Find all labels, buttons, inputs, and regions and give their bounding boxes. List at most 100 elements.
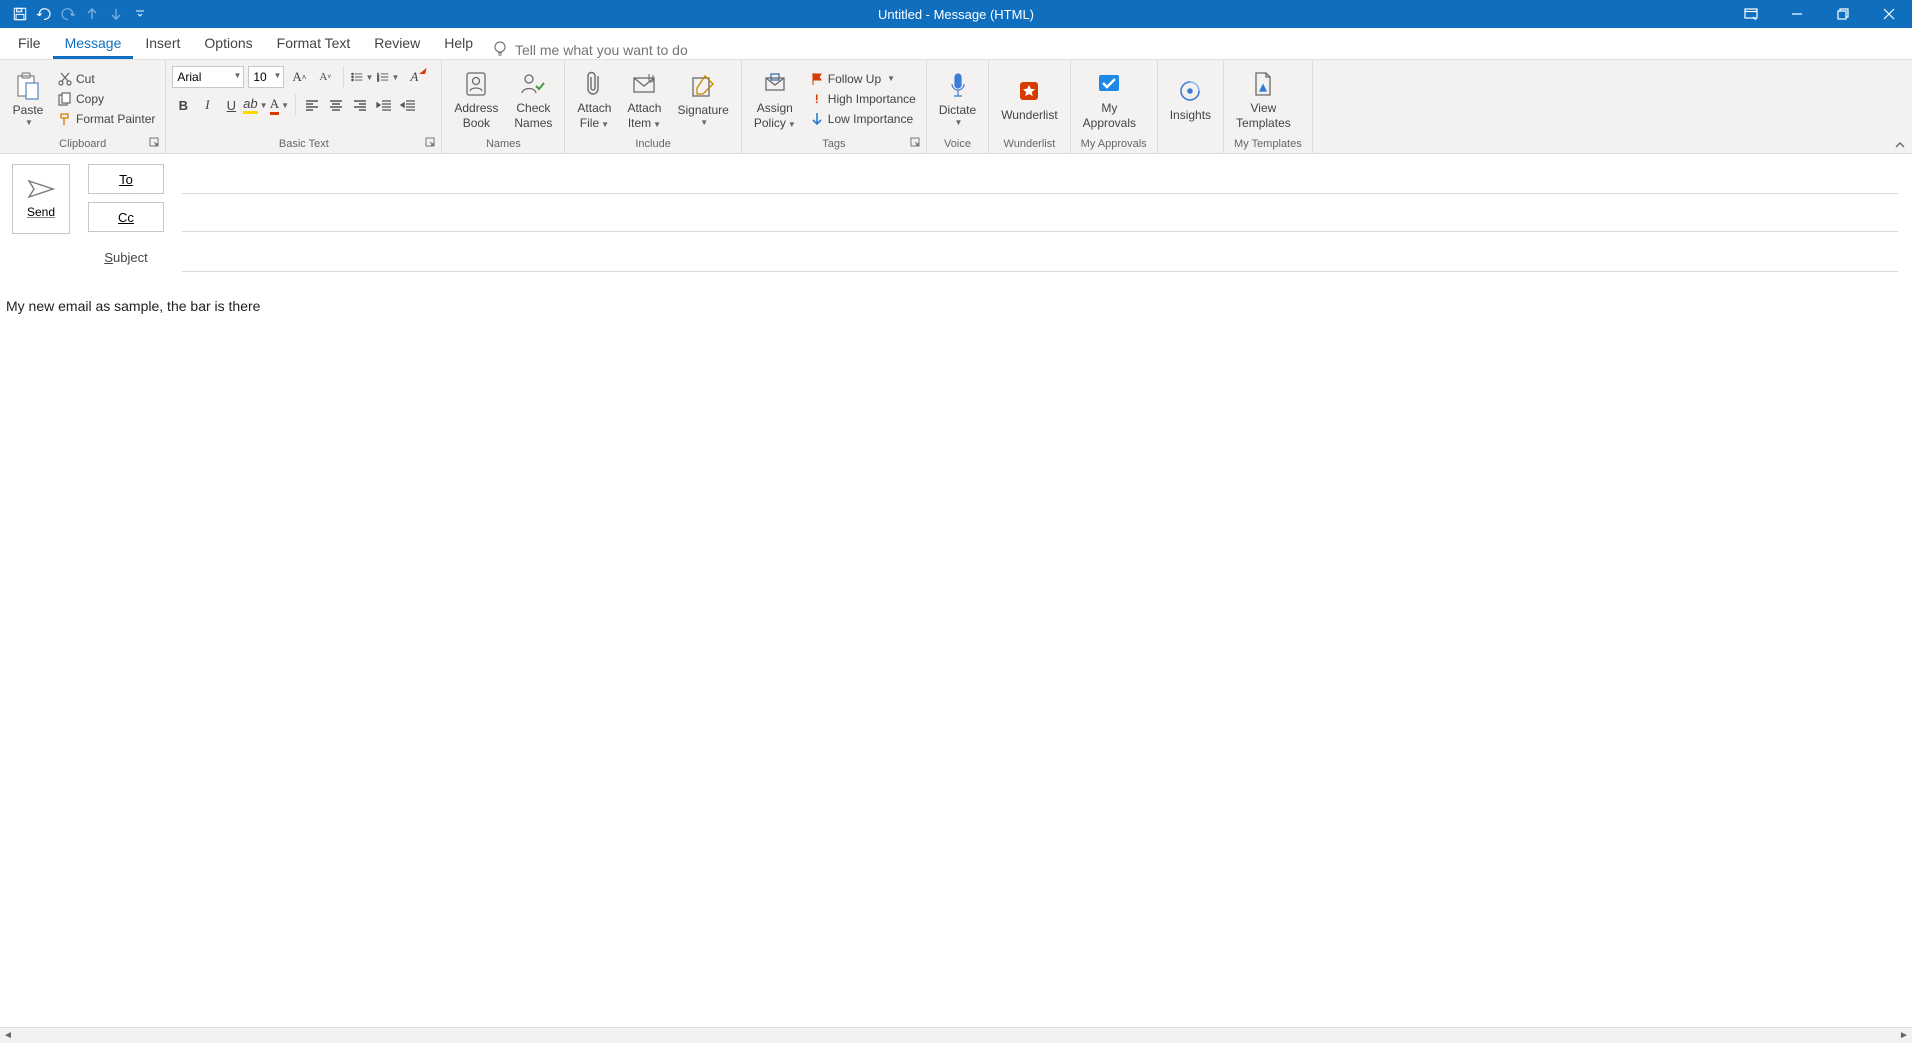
font-size-select[interactable]: 10 ▼ <box>248 66 284 88</box>
group-names-label: Names <box>486 138 521 150</box>
tell-me-input[interactable] <box>515 42 735 58</box>
save-icon[interactable] <box>10 4 30 24</box>
subject-label: Subject <box>88 250 164 265</box>
dictate-button[interactable]: Dictate ▼ <box>933 67 982 130</box>
tags-dialog-launcher-icon[interactable] <box>910 137 922 149</box>
send-button[interactable]: Send <box>12 164 70 234</box>
tab-file[interactable]: File <box>6 29 53 59</box>
assign-policy-icon <box>763 67 787 101</box>
group-basic-text: Arial ▼ 10 ▼ A˄ A˅ ▼ 123▼ A◢ B I U ab▼ A <box>166 60 442 153</box>
body-text: My new email as sample, the bar is there <box>6 298 260 314</box>
previous-item-icon <box>82 4 102 24</box>
paste-icon <box>15 69 41 103</box>
signature-button[interactable]: Signature ▼ <box>671 67 734 130</box>
low-importance-button[interactable]: Low Importance <box>806 110 920 128</box>
low-importance-icon <box>810 112 824 126</box>
copy-button[interactable]: Copy <box>54 90 159 108</box>
group-basic-text-label: Basic Text <box>279 138 329 150</box>
font-name-value: Arial <box>177 70 201 84</box>
follow-up-button[interactable]: Follow Up▼ <box>806 70 920 88</box>
minimize-button[interactable] <box>1774 0 1820 28</box>
scroll-left-icon[interactable]: ◄ <box>0 1030 16 1041</box>
microphone-icon <box>948 69 968 103</box>
tab-insert[interactable]: Insert <box>133 29 192 59</box>
collapse-ribbon-icon[interactable] <box>1894 140 1906 150</box>
group-my-templates: View Templates My Templates <box>1224 60 1313 153</box>
highlight-color-button[interactable]: ab▼ <box>244 94 266 116</box>
ribbon-display-options-icon[interactable] <box>1728 0 1774 28</box>
attach-item-button[interactable]: Attach Item▼ <box>621 65 667 133</box>
horizontal-scrollbar[interactable]: ◄ ► <box>0 1027 1912 1043</box>
cc-field[interactable] <box>182 202 1898 232</box>
increase-indent-button[interactable] <box>397 94 419 116</box>
scroll-right-icon[interactable]: ► <box>1896 1030 1912 1041</box>
group-voice: Dictate ▼ Voice <box>927 60 989 153</box>
assign-policy-button[interactable]: Assign Policy▼ <box>748 65 802 133</box>
tab-review[interactable]: Review <box>362 29 432 59</box>
subject-field[interactable] <box>182 242 1898 272</box>
send-icon <box>27 179 55 199</box>
to-field[interactable] <box>182 164 1898 194</box>
grow-font-button[interactable]: A˄ <box>288 66 310 88</box>
cut-icon <box>58 72 72 86</box>
close-button[interactable] <box>1866 0 1912 28</box>
tab-message[interactable]: Message <box>53 29 134 59</box>
cc-button[interactable]: Cc <box>88 202 164 232</box>
basic-text-dialog-launcher-icon[interactable] <box>425 137 437 149</box>
wunderlist-button[interactable]: Wunderlist <box>995 72 1063 125</box>
bullets-button[interactable]: ▼ <box>351 66 373 88</box>
font-size-value: 10 <box>253 70 266 84</box>
attach-file-button[interactable]: Attach File▼ <box>571 65 617 133</box>
wunderlist-icon <box>1018 74 1040 108</box>
tab-options[interactable]: Options <box>192 29 264 59</box>
decrease-indent-button[interactable] <box>373 94 395 116</box>
check-names-button[interactable]: Check Names <box>508 65 558 133</box>
view-templates-button[interactable]: View Templates <box>1230 65 1297 133</box>
chevron-down-icon: ▼ <box>233 71 241 80</box>
group-tags-label: Tags <box>822 138 845 150</box>
align-center-button[interactable] <box>325 94 347 116</box>
font-color-button[interactable]: A▼ <box>268 94 290 116</box>
bold-button[interactable]: B <box>172 94 194 116</box>
group-wunderlist-label: Wunderlist <box>1004 138 1056 150</box>
tab-help[interactable]: Help <box>432 29 485 59</box>
tab-format-text[interactable]: Format Text <box>265 29 363 59</box>
address-book-button[interactable]: Address Book <box>448 65 504 133</box>
group-clipboard-label: Clipboard <box>59 138 106 150</box>
numbering-button[interactable]: 123▼ <box>377 66 399 88</box>
paste-button[interactable]: Paste ▼ <box>6 67 50 130</box>
ribbon: Paste ▼ Cut Copy Format Painter Clipbo <box>0 60 1912 154</box>
message-body[interactable]: My new email as sample, the bar is there <box>0 272 1912 340</box>
italic-button[interactable]: I <box>196 94 218 116</box>
font-name-select[interactable]: Arial ▼ <box>172 66 244 88</box>
redo-icon <box>58 4 78 24</box>
chevron-down-icon: ▼ <box>25 118 33 128</box>
tell-me-search[interactable] <box>493 41 735 59</box>
clear-formatting-button[interactable]: A◢ <box>403 66 425 88</box>
copy-label: Copy <box>76 92 104 106</box>
customize-qat-icon[interactable] <box>130 4 150 24</box>
insights-button[interactable]: Insights <box>1164 72 1217 125</box>
window-controls <box>1728 0 1912 28</box>
copy-icon <box>58 92 72 106</box>
my-approvals-button[interactable]: My Approvals <box>1077 65 1142 133</box>
group-tags: Assign Policy▼ Follow Up▼ ! High Importa… <box>742 60 927 153</box>
underline-button[interactable]: U <box>220 94 242 116</box>
undo-icon[interactable] <box>34 4 54 24</box>
lightbulb-icon <box>493 41 507 59</box>
group-my-templates-label: My Templates <box>1234 138 1302 150</box>
shrink-font-button[interactable]: A˅ <box>314 66 336 88</box>
align-right-button[interactable] <box>349 94 371 116</box>
to-button[interactable]: To <box>88 164 164 194</box>
high-importance-button[interactable]: ! High Importance <box>806 90 920 108</box>
maximize-button[interactable] <box>1820 0 1866 28</box>
group-clipboard: Paste ▼ Cut Copy Format Painter Clipbo <box>0 60 166 153</box>
signature-icon <box>691 69 715 103</box>
format-painter-button[interactable]: Format Painter <box>54 110 159 128</box>
align-left-button[interactable] <box>301 94 323 116</box>
check-names-icon <box>520 67 546 101</box>
svg-text:3: 3 <box>377 79 379 83</box>
clipboard-dialog-launcher-icon[interactable] <box>149 137 161 149</box>
cut-button[interactable]: Cut <box>54 70 159 88</box>
cut-label: Cut <box>76 72 95 86</box>
